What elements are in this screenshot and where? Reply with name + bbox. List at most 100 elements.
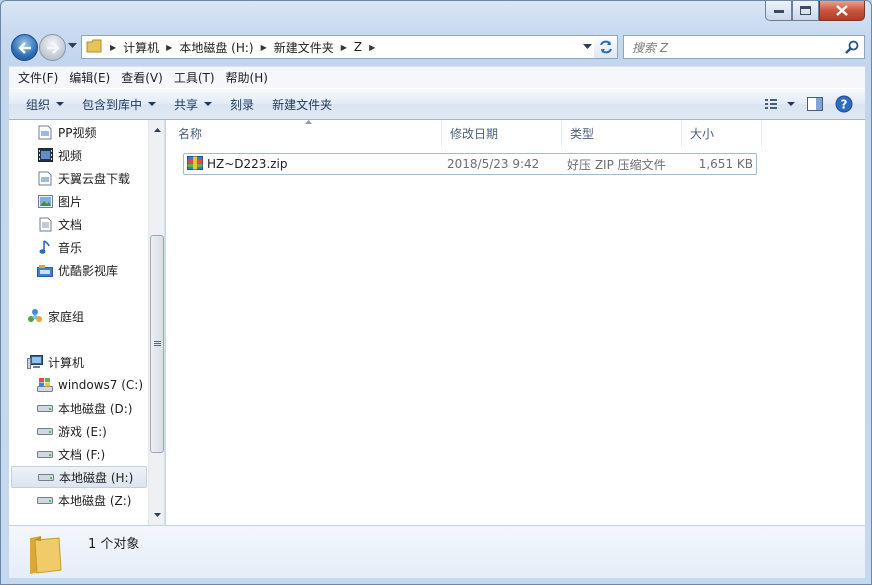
crumb-separator[interactable]: ▶ — [365, 43, 379, 52]
grip-icon — [153, 341, 161, 346]
crumb-separator[interactable]: ▶ — [257, 43, 271, 52]
chevron-up-icon — [153, 128, 161, 132]
recent-pages-icon[interactable] — [68, 43, 77, 49]
nav-item-label: 本地磁盘 (Z:) — [58, 493, 132, 508]
svg-text:?: ? — [841, 98, 848, 112]
navigation-pane: PP视频 视频 天翼云盘下载 图片 文档 音乐 优酷影视库 家庭组 计算机 wi… — [9, 120, 165, 525]
nav-item-youku-library[interactable]: 优酷影视库 — [37, 259, 164, 281]
file-list: 名称 修改日期 类型 大小 HZ~D223.zip 2018/5/23 9:42… — [166, 120, 865, 525]
nav-item-drive-e[interactable]: 游戏 (E:) — [37, 420, 164, 442]
nav-item-tianyi-downloads[interactable]: 天翼云盘下载 — [37, 167, 164, 189]
table-row[interactable]: HZ~D223.zip 2018/5/23 9:42 好压 ZIP 压缩文件 1… — [183, 153, 757, 175]
close-icon — [836, 5, 848, 16]
nav-item-label: 文档 (F:) — [58, 447, 106, 462]
nav-item-videos[interactable]: 视频 — [37, 144, 164, 166]
refresh-button[interactable] — [594, 35, 618, 59]
menu-view[interactable]: 查看(V) — [116, 69, 168, 86]
navigation-scrollbar[interactable] — [148, 120, 164, 525]
nav-item-drive-z[interactable]: 本地磁盘 (Z:) — [37, 489, 164, 511]
chevron-down-icon — [148, 101, 157, 106]
crumb-separator[interactable]: ▶ — [106, 43, 120, 52]
maximize-button[interactable] — [792, 1, 819, 21]
scroll-up-button[interactable] — [149, 122, 164, 138]
nav-item-pp-video[interactable]: PP视频 — [37, 121, 164, 143]
chevron-down-icon — [787, 101, 795, 106]
nav-item-label: PP视频 — [58, 125, 97, 140]
breadcrumb-drive-h[interactable]: 本地磁盘 (H:) — [176, 36, 256, 58]
file-size: 1,651 KB — [698, 157, 753, 171]
nav-item-label: 本地磁盘 (H:) — [59, 470, 134, 485]
preview-pane-icon — [807, 97, 823, 111]
nav-item-drive-c[interactable]: windows7 (C:) — [37, 374, 164, 396]
new-folder-button[interactable]: 新建文件夹 — [263, 89, 341, 119]
homegroup-icon — [27, 308, 43, 324]
document-icon — [37, 216, 53, 232]
nav-item-label: 文档 — [58, 217, 83, 232]
nav-item-drive-d[interactable]: 本地磁盘 (D:) — [37, 397, 164, 419]
column-header-name[interactable]: 名称 — [166, 120, 442, 146]
search-icon[interactable] — [845, 40, 859, 54]
column-header-size[interactable]: 大小 — [682, 120, 762, 146]
nav-item-label: windows7 (C:) — [58, 378, 144, 392]
crumb-separator[interactable]: ▶ — [162, 43, 176, 52]
share-button[interactable]: 共享 — [165, 89, 221, 119]
search-input[interactable]: 搜索 Z — [624, 39, 845, 56]
scroll-thumb[interactable] — [150, 235, 164, 453]
breadcrumb-new-folder[interactable]: 新建文件夹 — [271, 36, 337, 58]
chevron-down-icon[interactable] — [583, 44, 592, 50]
music-icon — [37, 239, 53, 255]
nav-item-drive-f[interactable]: 文档 (F:) — [37, 443, 164, 465]
crumb-separator[interactable]: ▶ — [337, 43, 351, 52]
nav-item-homegroup[interactable]: 家庭组 — [27, 305, 163, 327]
breadcrumb-z[interactable]: Z — [351, 36, 365, 58]
back-button[interactable] — [11, 34, 38, 61]
arrow-right-icon — [46, 41, 60, 54]
nav-item-drive-h[interactable]: 本地磁盘 (H:) — [11, 466, 147, 488]
file-type: 好压 ZIP 压缩文件 — [567, 157, 666, 172]
include-in-library-button[interactable]: 包含到库中 — [73, 89, 165, 119]
command-bar-right: ? — [765, 89, 865, 119]
menu-edit[interactable]: 编辑(E) — [64, 69, 115, 86]
help-button[interactable]: ? — [835, 95, 853, 113]
nav-item-label: 本地磁盘 (D:) — [58, 401, 133, 416]
close-button[interactable] — [819, 1, 865, 21]
forward-button[interactable] — [39, 34, 66, 61]
chevron-down-icon — [153, 513, 161, 517]
nav-item-music[interactable]: 音乐 — [37, 236, 164, 258]
picture-icon — [37, 193, 53, 209]
system-drive-icon — [37, 377, 53, 393]
nav-item-label: 计算机 — [48, 355, 85, 370]
caption-buttons — [765, 1, 865, 21]
menu-bar: 文件(F) 编辑(E) 查看(V) 工具(T) 帮助(H) — [9, 66, 865, 88]
drive-icon — [37, 423, 53, 439]
preview-pane-button[interactable] — [807, 97, 823, 111]
doc-icon — [37, 124, 53, 140]
file-date: 2018/5/23 9:42 — [447, 157, 540, 171]
navigation-bar: ▶ 计算机 ▶ 本地磁盘 (H:) ▶ 新建文件夹 ▶ Z ▶ 搜索 Z — [9, 31, 865, 63]
nav-item-label: 图片 — [58, 194, 83, 209]
column-headers: 名称 修改日期 类型 大小 — [166, 120, 865, 146]
folder-icon — [27, 532, 63, 577]
scroll-down-button[interactable] — [149, 507, 164, 523]
menu-tools[interactable]: 工具(T) — [169, 69, 220, 86]
nav-item-computer[interactable]: 计算机 — [27, 351, 163, 373]
view-options-button[interactable] — [765, 98, 795, 110]
column-size-label: 大小 — [690, 126, 715, 141]
nav-item-documents[interactable]: 文档 — [37, 213, 164, 235]
video-icon — [37, 147, 53, 163]
share-label: 共享 — [174, 97, 199, 112]
organize-button[interactable]: 组织 — [9, 89, 73, 119]
column-header-type[interactable]: 类型 — [562, 120, 682, 146]
search-box[interactable]: 搜索 Z — [623, 35, 865, 59]
chevron-down-icon — [56, 101, 65, 106]
nav-item-pictures[interactable]: 图片 — [37, 190, 164, 212]
menu-help[interactable]: 帮助(H) — [221, 69, 273, 86]
minimize-button[interactable] — [765, 1, 792, 21]
nav-item-label: 游戏 (E:) — [58, 424, 107, 439]
breadcrumb-computer[interactable]: 计算机 — [120, 36, 162, 58]
column-header-date[interactable]: 修改日期 — [442, 120, 562, 146]
nav-item-label: 音乐 — [58, 240, 83, 255]
address-bar[interactable]: ▶ 计算机 ▶ 本地磁盘 (H:) ▶ 新建文件夹 ▶ Z ▶ — [81, 35, 597, 59]
menu-file[interactable]: 文件(F) — [9, 69, 63, 86]
burn-button[interactable]: 刻录 — [221, 89, 263, 119]
